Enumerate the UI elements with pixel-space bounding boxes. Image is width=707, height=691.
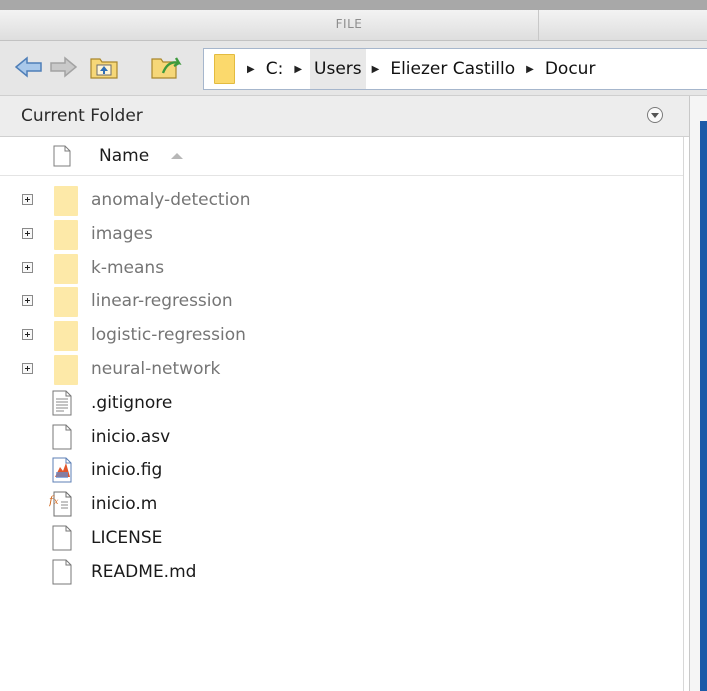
crumb-user[interactable]: Eliezer Castillo: [387, 59, 518, 79]
crumb-documents[interactable]: Docur: [542, 59, 599, 79]
forward-arrow-icon[interactable]: [49, 56, 77, 78]
list-item-file[interactable]: .gitignore: [0, 387, 684, 421]
list-item-folder[interactable]: k-means: [0, 252, 684, 286]
list-item-file[interactable]: LICENSE: [0, 522, 684, 556]
expand-icon[interactable]: [22, 362, 33, 374]
list-item-label: inicio.asv: [91, 426, 171, 447]
list-item-label: images: [91, 223, 153, 244]
blank-file-icon: [52, 559, 72, 585]
window-top-strip: [0, 0, 707, 10]
folder-icon: [54, 321, 78, 352]
folder-icon: [54, 253, 78, 284]
sort-ascending-icon[interactable]: [171, 153, 183, 159]
file-type-column-icon[interactable]: [53, 145, 71, 167]
crumb-arrow-icon[interactable]: ▶: [294, 64, 302, 75]
expand-icon[interactable]: [22, 194, 33, 205]
folder-icon: [54, 186, 78, 216]
list-item-folder[interactable]: logistic-regression: [0, 319, 684, 353]
address-bar[interactable]: ▶ C: ▶ Users ▶ Eliezer Castillo ▶ Docur: [203, 48, 707, 90]
crumb-drive[interactable]: C:: [263, 59, 287, 79]
matlab-fig-file-icon: [52, 457, 72, 483]
expand-icon[interactable]: [22, 329, 33, 341]
blank-file-icon: [52, 424, 72, 450]
column-name-header[interactable]: Name: [99, 137, 149, 175]
crumb-arrow-icon[interactable]: ▶: [247, 64, 255, 75]
navigation-toolbar: ▶ C: ▶ Users ▶ Eliezer Castillo ▶ Docur: [0, 41, 707, 96]
browse-folder-icon[interactable]: [150, 54, 184, 80]
list-item-file[interactable]: inicio.asv: [0, 421, 684, 455]
expand-icon[interactable]: [22, 261, 33, 273]
folder-icon: [54, 287, 78, 318]
blank-file-icon: [52, 525, 72, 551]
list-item-label: k-means: [91, 257, 165, 278]
list-item-folder[interactable]: anomaly-detection: [0, 184, 684, 218]
list-item-label: README.md: [91, 561, 197, 582]
expand-icon[interactable]: [22, 295, 33, 307]
matlab-script-icon: f x: [49, 491, 72, 517]
list-item-label: anomaly-detection: [91, 190, 251, 210]
list-item-label: .gitignore: [91, 392, 173, 413]
list-item-label: logistic-regression: [91, 325, 246, 346]
list-item-folder[interactable]: images: [0, 218, 684, 252]
crumb-users[interactable]: Users: [310, 49, 366, 89]
list-item-folder[interactable]: neural-network: [0, 353, 684, 387]
list-item-label: neural-network: [91, 358, 221, 379]
list-item-file[interactable]: inicio.fig: [0, 454, 684, 488]
list-item-label: linear-regression: [91, 291, 233, 312]
adjacent-panel-accent: [700, 121, 707, 691]
up-folder-icon[interactable]: [89, 54, 119, 80]
list-item-label: inicio.m: [91, 494, 158, 515]
panel-menu-icon[interactable]: [647, 107, 663, 123]
list-item-file[interactable]: README.md: [0, 556, 684, 590]
expand-icon[interactable]: [22, 227, 33, 239]
back-arrow-icon[interactable]: [15, 56, 43, 78]
ribbon-tab-bar: FILE: [0, 10, 707, 41]
current-folder-panel: Current Folder Name anomaly-detection im…: [0, 96, 690, 691]
adjacent-panel-edge: [690, 96, 707, 691]
text-file-icon: [52, 390, 72, 416]
crumb-arrow-icon[interactable]: ▶: [526, 64, 534, 75]
tab-file[interactable]: FILE: [160, 10, 539, 40]
list-item-label: inicio.fig: [91, 460, 163, 481]
file-list: anomaly-detection images k-means linear-…: [0, 184, 684, 590]
column-header: Name: [0, 137, 684, 176]
panel-header: Current Folder: [0, 96, 689, 137]
folder-icon: [54, 354, 78, 385]
panel-title: Current Folder: [21, 106, 143, 126]
address-folder-icon: [214, 54, 235, 84]
list-item-folder[interactable]: linear-regression: [0, 285, 684, 319]
list-item-label: LICENSE: [91, 527, 163, 548]
list-item-file[interactable]: f x inicio.m: [0, 488, 684, 522]
svg-text:x: x: [54, 497, 59, 506]
folder-icon: [54, 219, 78, 250]
crumb-arrow-icon[interactable]: ▶: [372, 64, 380, 75]
